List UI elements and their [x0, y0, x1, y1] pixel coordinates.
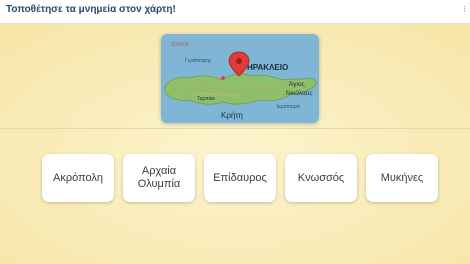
map-label-south-east: Ιεράπετρα [277, 103, 300, 110]
drop-zone-divider [0, 128, 470, 129]
map-label-east-2: Νικόλαος [286, 89, 312, 97]
option-card-mykines[interactable]: Μυκήνες [366, 154, 438, 202]
map-label-south: Κρήτη [221, 111, 243, 120]
map-label-north-coast: Γεράπετρης [185, 57, 212, 64]
option-card-archaia-olympia[interactable]: Αρχαία Ολυμπία [123, 154, 195, 202]
map-label-east-1: Άγιος [289, 81, 305, 88]
map-label-south-west: Τυμπάκι [197, 95, 215, 102]
map-label-top-left: ZUVICK [171, 42, 190, 48]
option-cards: Ακρόπολη Αρχαία Ολυμπία Επίδαυρος Κνωσσό… [42, 154, 442, 202]
option-card-epidavros[interactable]: Επίδαυρος [204, 154, 276, 202]
game-board: ZUVICK Γεράπετρης ΗΡΑΚΛΕΙΟ Άγιος Νικόλαο… [0, 24, 470, 264]
page-title: Τοποθέτησε τα μνημεία στον χάρτη! [6, 4, 176, 15]
option-card-knossos[interactable]: Κνωσσός [285, 154, 357, 202]
small-marker-icon [221, 76, 225, 80]
menu-dots-icon[interactable]: ⁝ [463, 5, 466, 14]
crete-map[interactable]: ZUVICK Γεράπετρης ΗΡΑΚΛΕΙΟ Άγιος Νικόλαο… [161, 34, 319, 123]
option-card-akropoli[interactable]: Ακρόπολη [42, 154, 114, 202]
map-label-city: ΗΡΑΚΛΕΙΟ [247, 63, 288, 72]
header-bar: Τοποθέτησε τα μνημεία στον χάρτη! ⁝ [0, 0, 470, 24]
